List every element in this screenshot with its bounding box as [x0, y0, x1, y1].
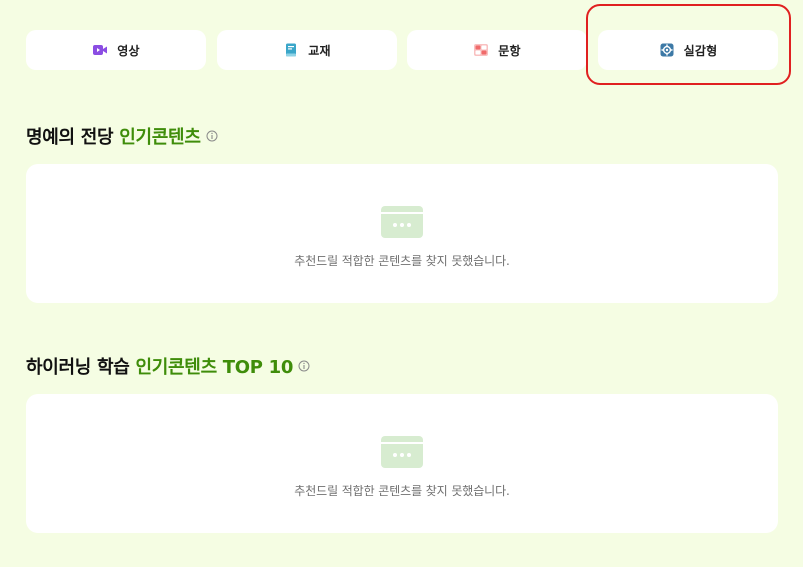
tab-video[interactable]: 영상: [26, 30, 206, 70]
book-icon: [286, 43, 297, 57]
tab-book-label: 교재: [308, 43, 331, 58]
section-title-accent: 인기콘텐츠 TOP 10: [135, 357, 294, 378]
gear-cube-icon: [660, 43, 674, 57]
empty-content-icon: [381, 436, 423, 468]
section-title-text: 명예의 전당: [26, 127, 114, 148]
section-title-text: 하이러닝 학습: [26, 357, 130, 378]
empty-message: 추천드릴 적합한 콘텐츠를 찾지 못했습니다.: [294, 484, 510, 498]
section-title-top10: 하이러닝 학습 인기콘텐츠 TOP 10: [26, 354, 310, 378]
tab-video-label: 영상: [117, 43, 140, 58]
tab-question-label: 문항: [498, 43, 521, 58]
hall-of-fame-panel: 추천드릴 적합한 콘텐츠를 찾지 못했습니다.: [26, 164, 778, 303]
tab-question[interactable]: 문항: [407, 30, 587, 70]
section-title-accent: 인기콘텐츠: [119, 127, 201, 148]
info-icon[interactable]: [298, 360, 310, 372]
info-icon[interactable]: [206, 130, 218, 142]
empty-message: 추천드릴 적합한 콘텐츠를 찾지 못했습니다.: [294, 254, 510, 268]
tab-immersive-label: 실감형: [683, 43, 718, 58]
video-camera-icon: [93, 45, 108, 55]
question-grid-icon: [474, 44, 489, 56]
section-title-hall-of-fame: 명예의 전당 인기콘텐츠: [26, 124, 218, 148]
tab-immersive[interactable]: 실감형: [598, 30, 778, 70]
empty-content-icon: [381, 206, 423, 238]
category-tabs: 영상 교재 문항 실감형: [26, 30, 778, 70]
top10-panel: 추천드릴 적합한 콘텐츠를 찾지 못했습니다.: [26, 394, 778, 533]
tab-book[interactable]: 교재: [217, 30, 397, 70]
